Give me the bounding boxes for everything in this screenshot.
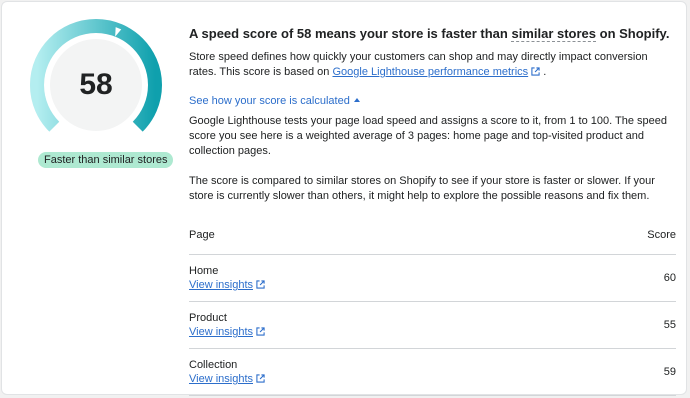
table-row: Home View insights 60: [189, 254, 676, 302]
page-name: Collection: [189, 359, 238, 371]
page-cell: Home View insights: [189, 254, 543, 302]
lighthouse-metrics-link[interactable]: Google Lighthouse performance metrics: [332, 66, 528, 78]
page-cell: Product View insights: [189, 301, 543, 349]
score-cell: 60: [542, 254, 676, 302]
caret-up-icon: [353, 98, 360, 102]
intro-text: Store speed defines how quickly your cus…: [189, 50, 676, 80]
heading-suffix: on Shopify.: [596, 26, 670, 41]
lighthouse-link-label: Google Lighthouse performance metrics: [332, 66, 529, 78]
speed-gauge: 58: [30, 19, 162, 151]
table-row: Product View insights 55: [189, 301, 676, 349]
speed-score-card: 58 Faster than similar stores A speed sc…: [1, 1, 687, 396]
lighthouse-explanation: Google Lighthouse tests your page load s…: [189, 115, 667, 157]
intro-after: .: [540, 66, 547, 78]
external-link-icon: [531, 67, 540, 76]
page-name: Home: [189, 265, 219, 277]
view-insights-home-link[interactable]: View insights: [189, 278, 542, 292]
view-insights-label: View insights: [189, 326, 253, 338]
toggle-label: See how your score is calculated: [189, 95, 350, 107]
view-insights-product-link[interactable]: View insights: [189, 325, 542, 339]
score-cell: 59: [542, 348, 676, 396]
external-link-icon: [256, 280, 265, 289]
score-cell: 55: [542, 301, 676, 349]
speed-score-value: 58: [79, 68, 113, 101]
score-heading: A speed score of 58 means your store is …: [189, 26, 676, 42]
page-cell: Collection View insights: [189, 348, 543, 396]
view-insights-label: View insights: [189, 373, 253, 385]
external-link-icon: [256, 374, 265, 383]
external-link-icon: [256, 327, 265, 336]
score-details: A speed score of 58 means your store is …: [189, 26, 676, 396]
column-header-page: Page: [189, 221, 543, 255]
page-name: Product: [189, 312, 227, 324]
view-insights-label: View insights: [189, 279, 253, 291]
view-insights-collection-link[interactable]: View insights: [189, 372, 542, 386]
score-calculation-toggle[interactable]: See how your score is calculated: [189, 95, 676, 107]
table-header-row: Page Score: [189, 221, 676, 255]
similar-stores-tooltip-trigger[interactable]: similar stores: [511, 26, 597, 42]
status-badge: Faster than similar stores: [38, 152, 174, 168]
table-row: Collection View insights 59: [189, 348, 676, 396]
page-scores-table: Page Score Home View insights 60 Product…: [189, 221, 676, 396]
comparison-explanation: The score is compared to similar stores …: [189, 175, 655, 202]
heading-prefix: A speed score of 58 means your store is …: [189, 26, 512, 41]
column-header-score: Score: [542, 221, 676, 255]
